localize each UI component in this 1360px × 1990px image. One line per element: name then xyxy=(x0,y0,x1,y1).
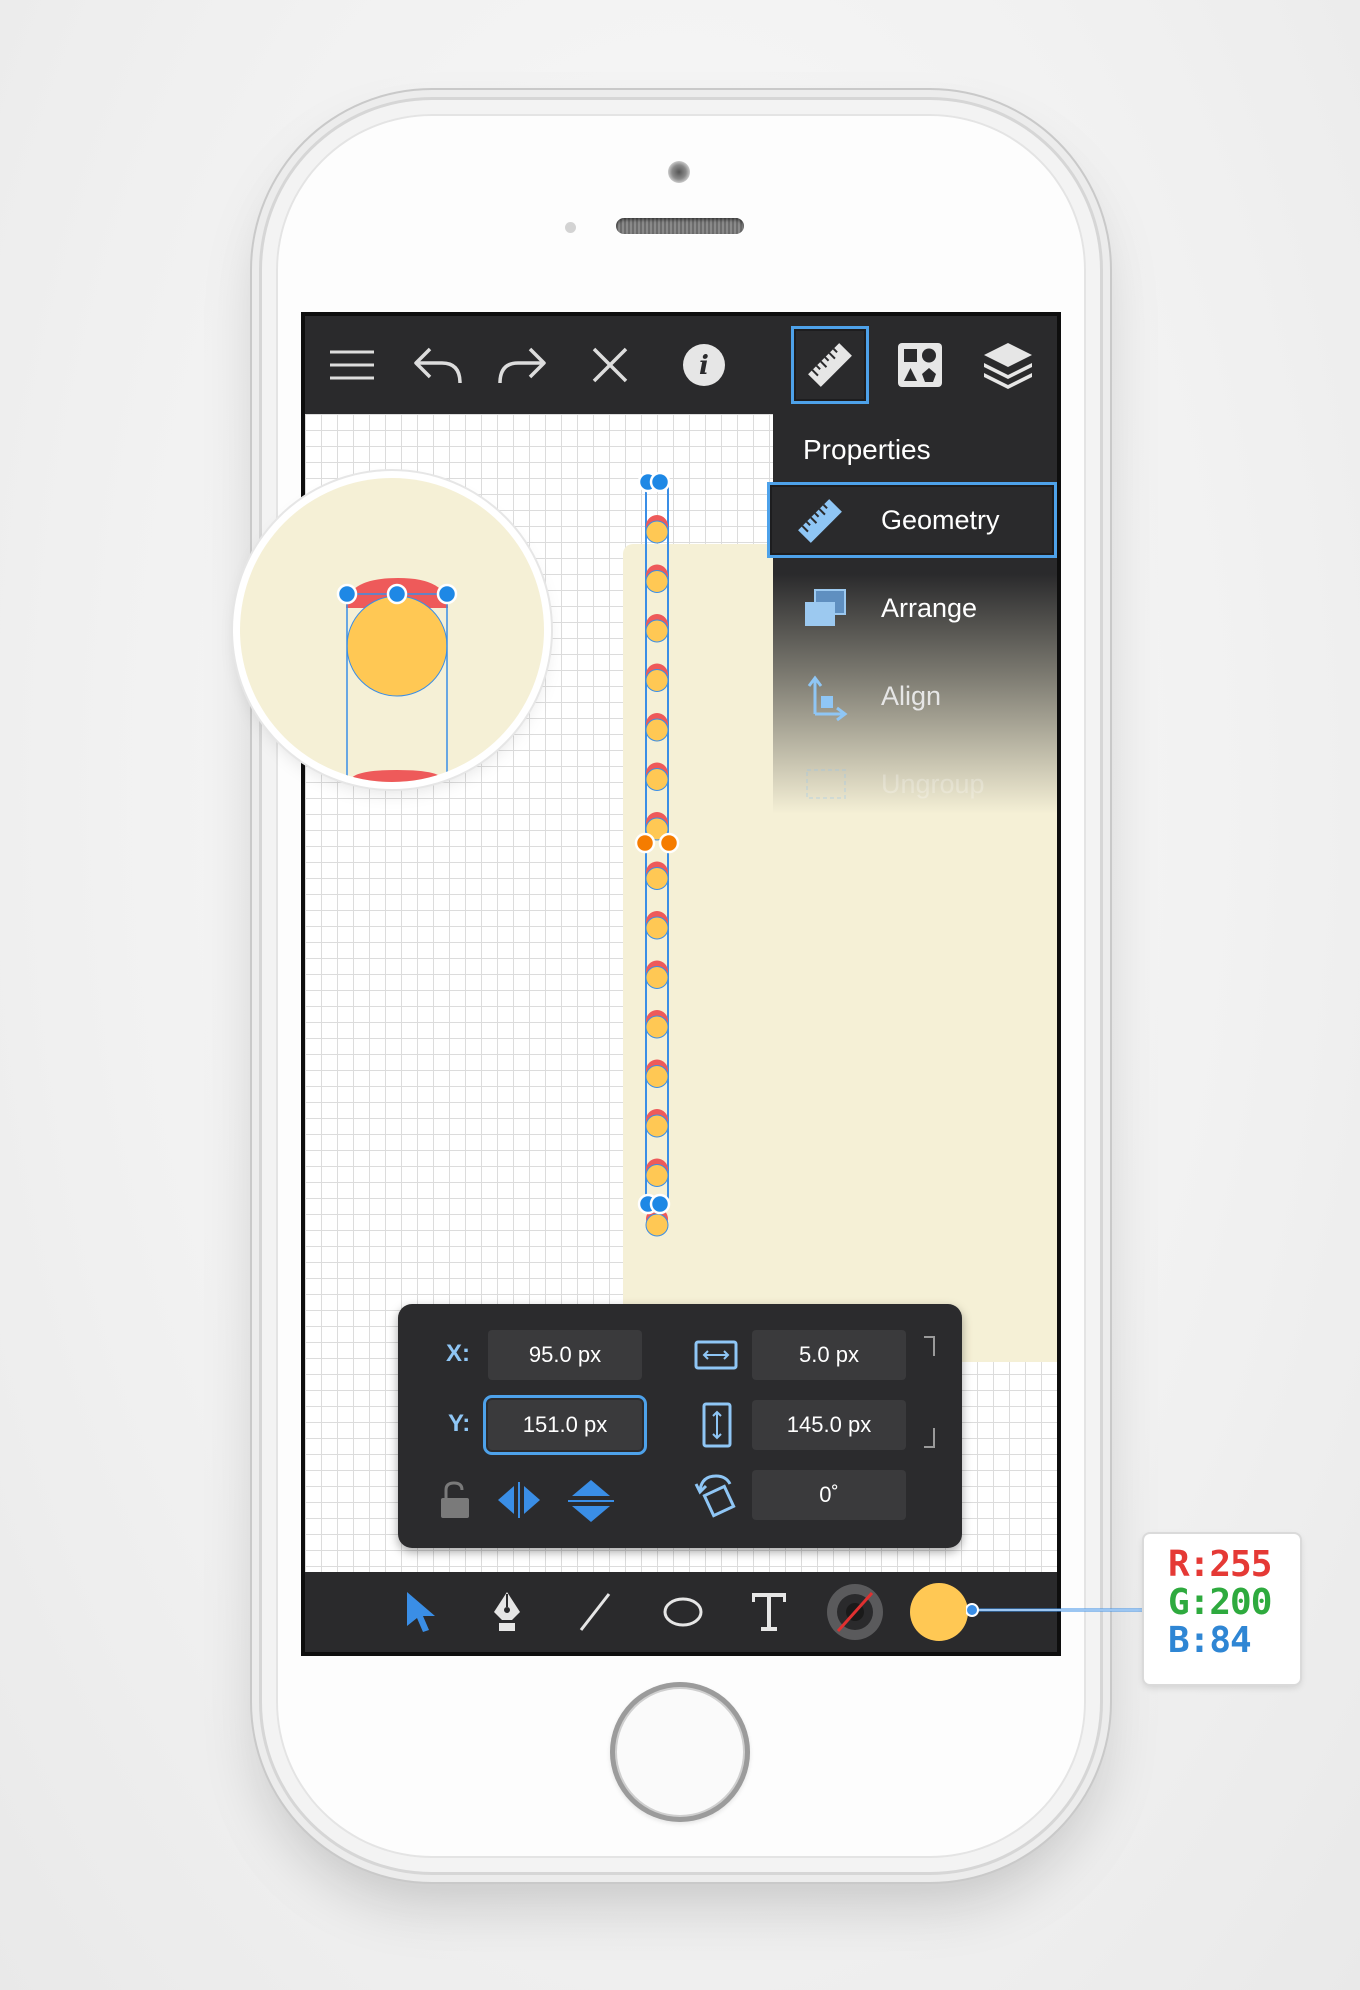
earpiece-speaker xyxy=(616,218,744,234)
line-tool-icon[interactable] xyxy=(563,1580,627,1644)
ruler-icon xyxy=(798,499,842,543)
geometry-panel: X: 95.0 px Y: 151.0 px 5.0 px 145.0 px 0… xyxy=(398,1304,962,1548)
blue-channel: B:84 xyxy=(1168,1620,1252,1661)
close-icon[interactable] xyxy=(571,326,649,404)
height-field[interactable]: 145.0 px xyxy=(752,1400,906,1450)
green-label: G: xyxy=(1168,1582,1210,1623)
height-icon xyxy=(702,1402,732,1448)
front-camera xyxy=(668,161,690,183)
yellow-dot xyxy=(645,1065,669,1088)
yellow-dot xyxy=(645,768,669,791)
yellow-dot xyxy=(645,1213,669,1237)
y-field[interactable]: 151.0 px xyxy=(483,1395,647,1455)
yellow-dot xyxy=(645,718,669,742)
layers-icon[interactable] xyxy=(969,326,1047,404)
red-channel: R:255 xyxy=(1168,1544,1272,1585)
magnifier-callout xyxy=(240,478,544,782)
pen-tool-icon[interactable] xyxy=(475,1580,539,1644)
undo-icon[interactable] xyxy=(399,326,477,404)
properties-item-label: Ungroup xyxy=(881,768,985,799)
y-label: Y: xyxy=(448,1410,471,1437)
ruler-icon[interactable] xyxy=(791,326,869,404)
link-bracket-icon[interactable] xyxy=(920,1334,940,1454)
yellow-dot xyxy=(645,570,669,593)
color-connector xyxy=(966,1603,1146,1617)
properties-item-label: Geometry xyxy=(881,504,1000,535)
yellow-dot xyxy=(645,966,669,989)
arrange-icon xyxy=(805,589,846,626)
yellow-dot xyxy=(645,1114,669,1138)
proximity-sensor xyxy=(565,222,576,233)
yellow-dot xyxy=(645,916,669,940)
yellow-dot xyxy=(645,520,669,544)
select-tool-icon[interactable] xyxy=(389,1580,453,1644)
yellow-dot xyxy=(645,1164,669,1187)
properties-item-label: Align xyxy=(881,680,942,711)
lock-icon[interactable] xyxy=(438,1480,472,1520)
flip-vertical-icon[interactable] xyxy=(566,1476,616,1526)
properties-item-geometry[interactable]: Geometry xyxy=(767,482,1057,558)
properties-panel: Properties Geometry Arrange Align Ungrou… xyxy=(767,414,1057,814)
yellow-dot xyxy=(645,619,669,643)
yellow-dot xyxy=(645,669,669,692)
red-label: R: xyxy=(1168,1544,1210,1585)
width-field[interactable]: 5.0 px xyxy=(752,1330,906,1380)
properties-item-label: Arrange xyxy=(881,592,978,623)
properties-item-align[interactable]: Align xyxy=(773,658,1057,734)
x-field[interactable]: 95.0 px xyxy=(488,1330,642,1380)
top-toolbar: i xyxy=(305,316,1057,414)
magnified-object xyxy=(336,578,458,782)
svg-text:i: i xyxy=(699,351,709,381)
blue-label: B: xyxy=(1168,1620,1210,1661)
info-icon[interactable]: i xyxy=(665,326,743,404)
menu-icon[interactable] xyxy=(313,326,391,404)
green-channel: G:200 xyxy=(1168,1582,1272,1623)
mute-switch xyxy=(255,332,262,392)
ungroup-icon xyxy=(806,769,846,799)
x-label: X: xyxy=(446,1340,470,1367)
properties-title: Properties xyxy=(803,434,931,465)
bottom-toolbar xyxy=(305,1572,1057,1652)
yellow-dot xyxy=(645,867,669,890)
properties-item-ungroup[interactable]: Ungroup xyxy=(773,746,1057,822)
width-icon xyxy=(694,1340,738,1370)
properties-item-arrange[interactable]: Arrange xyxy=(773,570,1057,646)
redo-icon[interactable] xyxy=(483,326,561,404)
rotation-field[interactable]: 0˚ xyxy=(752,1470,906,1520)
home-button[interactable] xyxy=(610,1682,750,1822)
red-value: 255 xyxy=(1209,1544,1272,1585)
fill-color-swatch[interactable] xyxy=(907,1580,971,1644)
blue-value: 84 xyxy=(1209,1620,1251,1661)
color-value-badge: R:255 G:200 B:84 xyxy=(1144,1534,1300,1684)
stroke-color-icon[interactable] xyxy=(823,1580,887,1644)
flip-horizontal-icon[interactable] xyxy=(494,1480,544,1520)
align-icon xyxy=(807,675,848,722)
ellipse-tool-icon[interactable] xyxy=(651,1580,715,1644)
shapes-icon[interactable] xyxy=(881,326,959,404)
yellow-dot xyxy=(645,1015,669,1039)
power-button xyxy=(1100,505,1107,635)
rotate-icon[interactable] xyxy=(694,1470,738,1520)
green-value: 200 xyxy=(1209,1582,1272,1623)
text-tool-icon[interactable] xyxy=(737,1580,801,1644)
